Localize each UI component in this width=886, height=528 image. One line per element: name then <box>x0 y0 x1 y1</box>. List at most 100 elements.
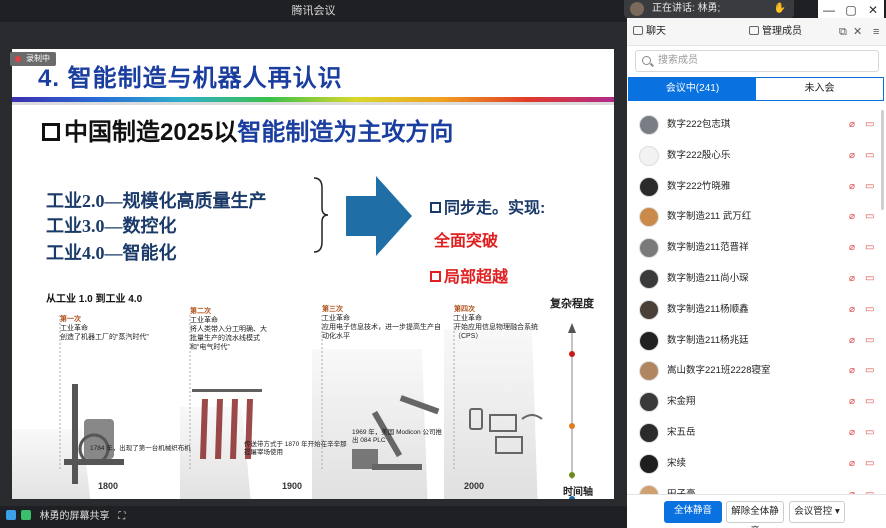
mic-muted-icon[interactable]: ⌀ <box>849 273 855 284</box>
unmute-all-button[interactable]: 解除全体静音 <box>726 501 784 528</box>
camera-off-icon[interactable]: ▭ <box>865 181 874 192</box>
tab-in-meeting[interactable]: 会议中(241) <box>629 78 756 100</box>
loom-icon <box>64 384 124 484</box>
minimize-icon[interactable]: — <box>818 0 840 20</box>
member-row[interactable]: 数字制造211杨顺鑫 ⌀ ▭ <box>627 295 886 326</box>
camera-off-icon[interactable]: ▭ <box>865 366 874 376</box>
member-row[interactable]: 嵩山数字221班2228寝室 ⌀ ▭ <box>627 356 886 387</box>
meeting-control-button[interactable]: 会议管控 ▾ <box>789 501 845 523</box>
fullscreen-icon[interactable]: ⛶ <box>118 511 125 522</box>
member-row[interactable]: 数字222殷心乐 ⌀ ▭ <box>627 141 886 172</box>
year-label: 1800 <box>98 481 119 491</box>
camera-off-icon[interactable]: ▭ <box>865 243 874 253</box>
note-1784: 1784 年，出现了第一台机械织布机 <box>90 445 191 452</box>
member-name: 数字制造211 武万红 <box>667 211 752 223</box>
year-label: 2000 <box>464 481 485 491</box>
mic-muted-icon[interactable]: ⌀ <box>849 243 855 253</box>
avatar <box>639 299 659 320</box>
hand-icon[interactable]: ✋ <box>774 0 786 18</box>
mic-muted-icon[interactable]: ⌀ <box>849 304 855 315</box>
note-1969: 1969 年，美国 Modicon 公司推出 084 PLC <box>352 429 442 444</box>
members-icon <box>749 26 759 35</box>
panel-footer: 全体静音 解除全体静音 会议管控 ▾ <box>627 494 886 528</box>
member-name: 数字222竹晓雅 <box>667 180 731 192</box>
avatar <box>639 145 659 166</box>
member-filter: 会议中(241) 未入会 <box>628 77 884 101</box>
member-row[interactable]: 数字制造211范晋祥 ⌀ ▭ <box>627 233 886 264</box>
recording-badge[interactable]: 录制中 <box>10 52 56 66</box>
mic-muted-icon[interactable]: ⌀ <box>849 397 855 407</box>
member-name: 宋五岳 <box>667 426 696 438</box>
avatar <box>639 176 659 197</box>
avatar <box>639 330 659 351</box>
share-status-bar: 林勇的屏幕共享 ⛶ <box>0 506 627 528</box>
member-row[interactable]: 宋续 ⌀ ▭ <box>627 449 886 480</box>
member-name: 数字制造211范晋祥 <box>667 242 749 254</box>
mic-muted-icon[interactable]: ⌀ <box>849 458 855 469</box>
tab-members[interactable]: 管理成员 <box>749 18 802 46</box>
gen-4: 工业4.0—智能化 <box>46 243 177 263</box>
tab-not-joined[interactable]: 未入会 <box>756 78 883 100</box>
member-name: 宋续 <box>667 457 687 469</box>
mic-muted-icon[interactable]: ⌀ <box>849 335 855 346</box>
member-name: 数字222殷心乐 <box>667 149 731 161</box>
surpass-text: 局部超越 <box>430 263 508 287</box>
camera-off-icon[interactable]: ▭ <box>865 273 874 284</box>
avatar <box>639 422 659 443</box>
camera-off-icon[interactable]: ▭ <box>865 397 874 407</box>
member-name: 数字222包志琪 <box>667 119 731 130</box>
member-name: 宋金翔 <box>667 396 696 408</box>
camera-off-icon[interactable]: ▭ <box>865 304 874 315</box>
mic-muted-icon[interactable]: ⌀ <box>849 181 855 192</box>
search-placeholder: 搜索成员 <box>658 55 698 66</box>
app-title: 腾讯会议 <box>0 0 627 22</box>
brace-icon <box>313 177 329 253</box>
avatar <box>639 238 659 259</box>
time-axis-label: 时间轴 <box>563 487 593 498</box>
member-row[interactable]: 宋五岳 ⌀ ▭ <box>627 418 886 449</box>
avatar <box>639 207 659 228</box>
camera-off-icon[interactable]: ▭ <box>865 150 874 161</box>
year-label: 1900 <box>282 481 303 491</box>
mic-muted-icon[interactable]: ⌀ <box>849 427 855 438</box>
member-row[interactable]: 数字制造211 武万红 ⌀ ▭ <box>627 202 886 233</box>
camera-off-icon[interactable]: ▭ <box>865 212 874 222</box>
member-row[interactable]: 宋金翔 ⌀ ▭ <box>627 387 886 418</box>
member-row[interactable]: 数字制造211杨兆廷 ⌀ ▭ <box>627 326 886 357</box>
member-list-scrollbar[interactable] <box>881 110 884 210</box>
member-row[interactable]: 数字222竹晓雅 ⌀ ▭ <box>627 172 886 203</box>
popout-icon[interactable]: ⧉ <box>839 18 847 46</box>
avatar <box>639 392 659 413</box>
mic-muted-icon[interactable]: ⌀ <box>849 120 855 130</box>
search-input[interactable]: 搜索成员 <box>635 50 879 72</box>
heading-highlight: 智能制造为主攻方向 <box>237 119 454 146</box>
mic-muted-icon[interactable]: ⌀ <box>849 150 855 161</box>
camera-off-icon[interactable]: ▭ <box>865 427 874 438</box>
tab-chat[interactable]: 聊天 <box>633 18 666 46</box>
meeting-window: 腾讯会议 正在讲话: 林勇; ✋ — ▢ ✕ 4. 智能制造与机器人再认识 中国… <box>0 0 886 528</box>
mic-muted-icon[interactable]: ⌀ <box>849 366 855 376</box>
member-name: 数字制造211杨兆廷 <box>667 334 749 346</box>
mute-all-button[interactable]: 全体静音 <box>664 501 722 523</box>
camera-off-icon[interactable]: ▭ <box>865 335 874 346</box>
member-row[interactable]: 数字222包志琪 ⌀ ▭ <box>627 110 886 141</box>
era-4: 第四次 工业革命 开始应用信息物理融合系统（CPS） <box>454 306 538 340</box>
screen-icon[interactable] <box>6 510 16 520</box>
checkbox-icon <box>42 123 60 141</box>
avatar <box>639 361 659 382</box>
member-row[interactable]: 数字制造211尚小琛 ⌀ ▭ <box>627 264 886 295</box>
era-3: 第三次 工业革命 应用电子信息技术，进一步提高生产自动化水平 <box>322 306 441 340</box>
speaking-indicator: 正在讲话: 林勇; ✋ <box>624 0 794 18</box>
search-icon <box>642 56 651 65</box>
sync-text: 同步走。实现: <box>430 194 545 218</box>
camera-off-icon[interactable]: ▭ <box>865 458 874 469</box>
camera-off-icon[interactable]: ▭ <box>865 120 874 130</box>
mic-icon[interactable] <box>20 510 31 520</box>
close-icon[interactable]: ✕ <box>862 0 884 20</box>
title-underline-shadow <box>12 102 614 105</box>
menu-icon[interactable]: ≡ <box>873 18 879 46</box>
maximize-icon[interactable]: ▢ <box>840 0 862 20</box>
note-1870: 传送带方式于 1870 年开始在辛辛那提屠宰场使用 <box>244 441 347 456</box>
close-panel-icon[interactable]: ✕ <box>853 18 862 46</box>
mic-muted-icon[interactable]: ⌀ <box>849 212 855 222</box>
